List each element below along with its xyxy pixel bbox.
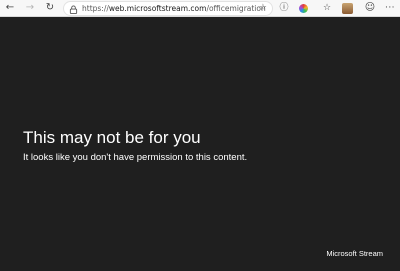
color-wheel-swatch xyxy=(298,3,308,13)
permission-description: It looks like you don't have permission … xyxy=(23,152,248,163)
avatar xyxy=(341,2,353,14)
info-icon[interactable]: ⓘ xyxy=(277,1,291,15)
url-host: web.microsoftstream.com xyxy=(108,4,207,13)
brand-label: Microsoft Stream xyxy=(326,249,383,258)
star-icon[interactable]: ☆ xyxy=(259,3,267,13)
page-title: This may not be for you xyxy=(23,128,201,147)
browser-toolbar: ← → ↻ https://web.microsoftstream.com/of… xyxy=(0,0,400,17)
favorites-icon[interactable]: ☆ xyxy=(320,1,334,15)
back-arrow-icon[interactable]: ← xyxy=(3,1,17,15)
permission-message: This may not be for you It looks like yo… xyxy=(23,127,383,164)
forward-arrow-icon[interactable]: → xyxy=(23,1,37,15)
smiley-icon[interactable]: ☺ xyxy=(363,1,377,15)
refresh-icon[interactable]: ↻ xyxy=(43,1,57,15)
lock-icon xyxy=(69,5,78,14)
address-bar[interactable]: https://web.microsoftstream.com/officemi… xyxy=(63,1,273,16)
more-icon[interactable]: ··· xyxy=(383,1,397,15)
url-scheme: https:// xyxy=(82,4,109,13)
url-text: https://web.microsoftstream.com/officemi… xyxy=(82,2,266,15)
color-wheel-icon[interactable] xyxy=(296,1,310,15)
url-path: /officemigration xyxy=(206,4,266,13)
avatar-icon[interactable] xyxy=(340,1,354,15)
